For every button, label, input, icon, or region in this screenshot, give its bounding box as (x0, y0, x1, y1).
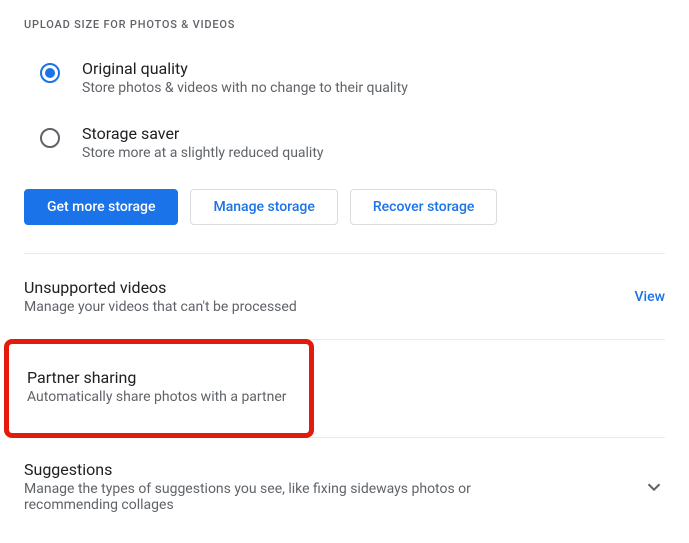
get-more-storage-button[interactable]: Get more storage (24, 189, 178, 225)
partner-sharing-row[interactable]: Partner sharing Automatically share phot… (4, 339, 314, 438)
suggestions-desc: Manage the types of suggestions you see,… (24, 481, 504, 513)
upload-size-radio-group: Original quality Store photos & videos w… (0, 59, 689, 161)
storage-button-row: Get more storage Manage storage Recover … (0, 189, 689, 225)
radio-selected-icon[interactable] (40, 63, 60, 83)
radio-unselected-icon[interactable] (40, 128, 60, 148)
storage-saver-title: Storage saver (82, 124, 324, 143)
storage-saver-option[interactable]: Storage saver Store more at a slightly r… (24, 124, 665, 161)
storage-saver-desc: Store more at a slightly reduced quality (82, 145, 324, 161)
suggestions-title: Suggestions (24, 460, 504, 479)
unsupported-videos-row[interactable]: Unsupported videos Manage your videos th… (0, 254, 689, 339)
upload-size-header: UPLOAD SIZE FOR PHOTOS & VIDEOS (0, 18, 689, 31)
original-quality-desc: Store photos & videos with no change to … (82, 80, 408, 96)
recover-storage-button[interactable]: Recover storage (350, 189, 498, 225)
view-link[interactable]: View (635, 289, 666, 305)
manage-storage-button[interactable]: Manage storage (190, 189, 337, 225)
partner-sharing-title: Partner sharing (27, 368, 291, 387)
original-quality-option[interactable]: Original quality Store photos & videos w… (24, 59, 665, 96)
partner-sharing-desc: Automatically share photos with a partne… (27, 389, 291, 405)
unsupported-title: Unsupported videos (24, 278, 297, 297)
suggestions-row[interactable]: Suggestions Manage the types of suggesti… (0, 438, 689, 513)
chevron-down-icon[interactable] (643, 476, 665, 498)
unsupported-desc: Manage your videos that can't be process… (24, 299, 297, 315)
original-quality-title: Original quality (82, 59, 408, 78)
